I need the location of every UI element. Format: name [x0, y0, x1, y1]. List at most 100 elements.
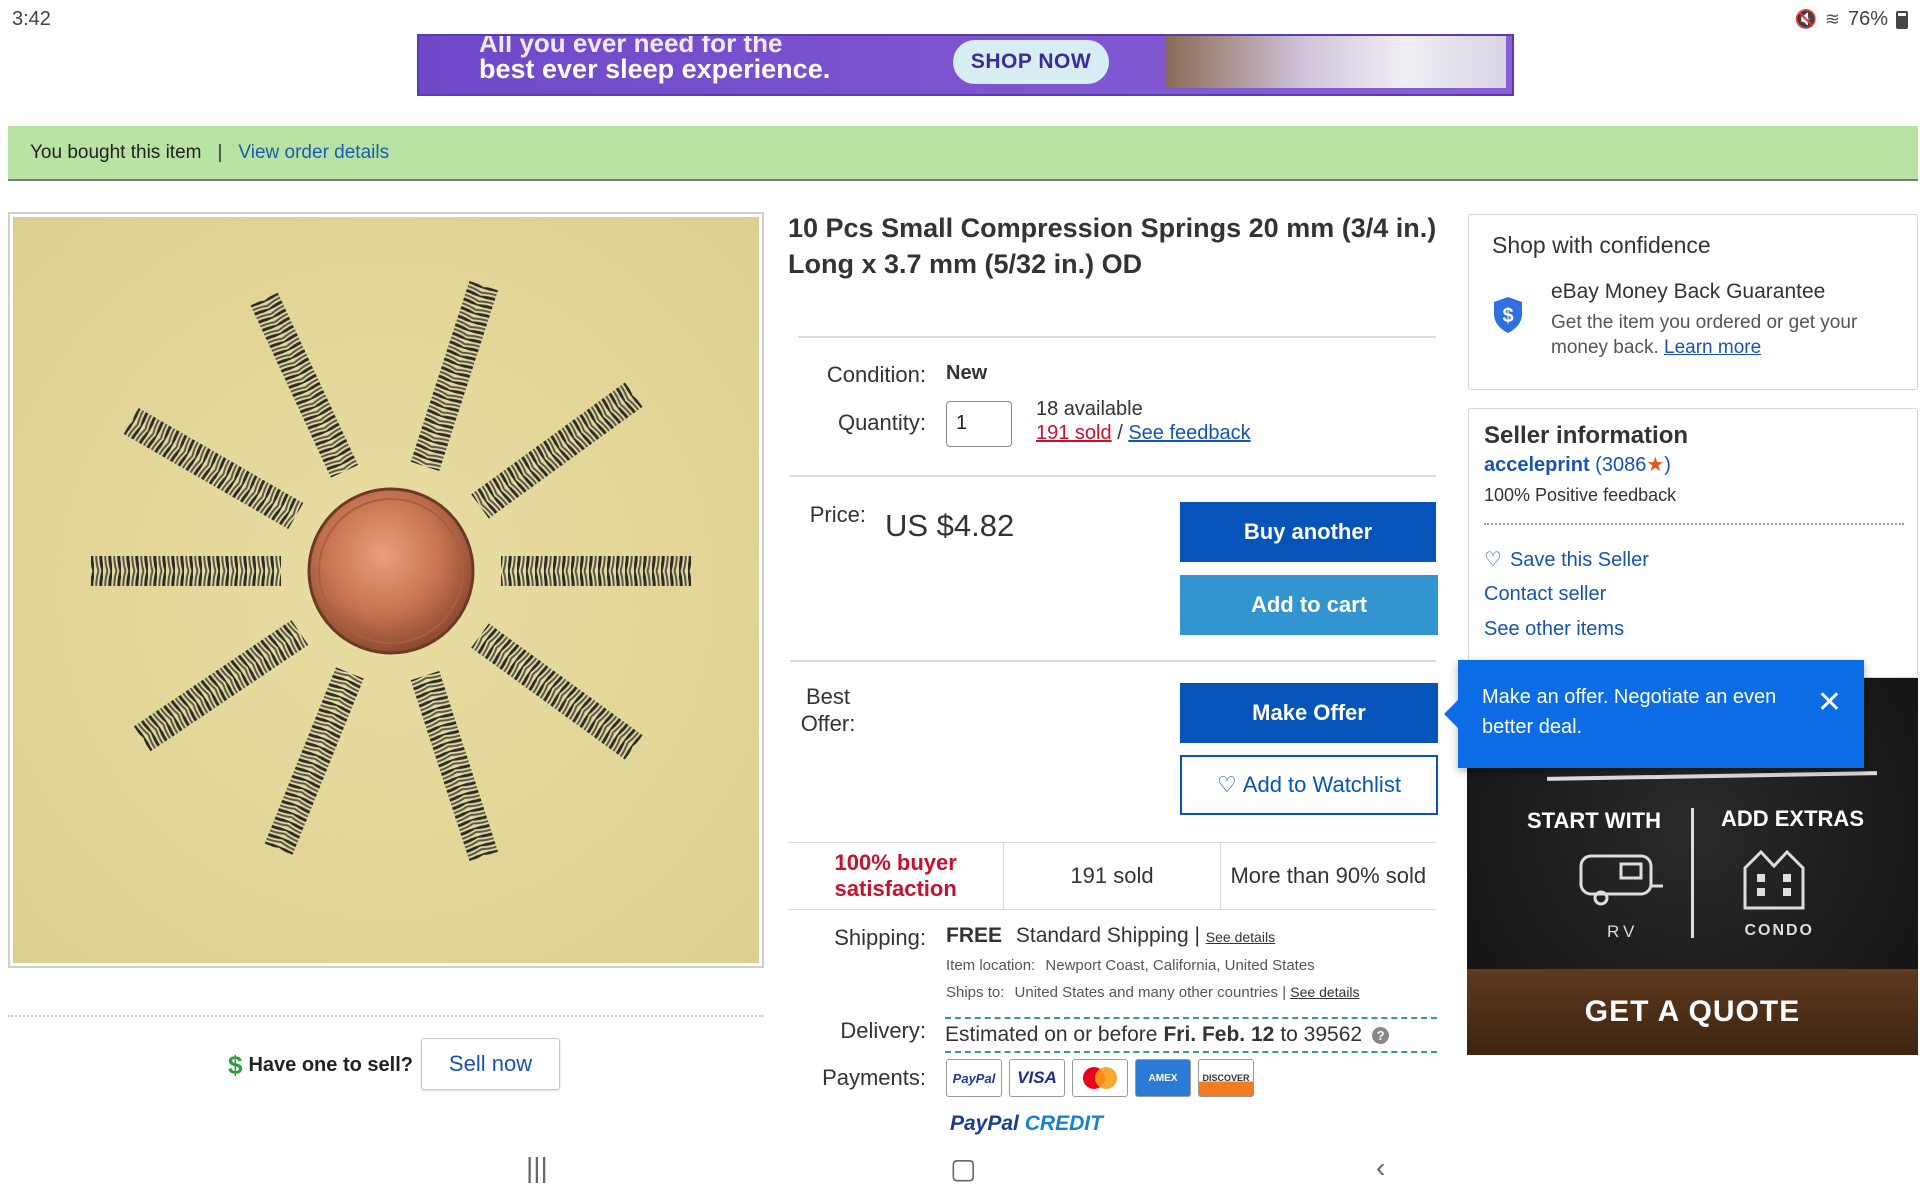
amex-logo: AMEX — [1135, 1059, 1191, 1097]
close-icon[interactable]: ✕ — [1817, 688, 1842, 718]
view-order-link[interactable]: View order details — [238, 142, 389, 164]
dollar-icon: $ — [228, 1050, 243, 1080]
shipping-method: Standard Shipping | — [1015, 924, 1200, 947]
ships-to: United States and many other countries | — [1014, 984, 1287, 1001]
make-offer-button[interactable]: Make Offer — [1180, 683, 1438, 743]
home-icon[interactable]: ▢ — [950, 1152, 976, 1185]
paypal-credit-text-2: CREDIT — [1024, 1112, 1103, 1135]
image-divider — [8, 1015, 764, 1017]
positive-feedback: 100% Positive feedback — [1484, 485, 1677, 505]
battery-icon — [1896, 10, 1908, 29]
get-quote-button[interactable]: GET A QUOTE — [1467, 969, 1918, 1055]
paypal-credit-text-1: PayPal — [950, 1112, 1019, 1135]
best-offer-label-line1: Best — [805, 684, 851, 709]
shipping-see-details-link[interactable]: See details — [1206, 929, 1275, 945]
listing-title: 10 Pcs Small Compression Springs 20 mm (… — [788, 213, 1437, 279]
sold-feedback-row: 191 sold / See feedback — [1036, 422, 1251, 445]
paypal-credit-logo: PayPal CREDIT — [950, 1112, 1103, 1136]
delivery-label: Delivery: — [840, 1018, 926, 1043]
mastercard-logo — [1072, 1059, 1128, 1097]
seller-name-link[interactable]: acceleprint — [1484, 454, 1590, 476]
money-back-desc: Get the item you ordered or get your mon… — [1551, 310, 1881, 360]
item-location: Newport Coast, California, United States — [1045, 957, 1315, 974]
delivery-estimate: Estimated on or before Fri. Feb. 12 to 3… — [945, 1017, 1437, 1053]
quantity-input[interactable]: 1 — [946, 401, 1012, 447]
ad-start-with: START WITH — [1527, 808, 1662, 833]
heart-icon: ♡ — [1484, 549, 1502, 571]
ships-to-see-details-link[interactable]: See details — [1290, 984, 1359, 1000]
rv-icon — [1579, 854, 1663, 906]
listing-stats: 100% buyer satisfaction 191 sold More th… — [788, 842, 1436, 910]
seller-title: Seller information — [1484, 422, 1689, 449]
sell-now-button[interactable]: Sell now — [421, 1038, 560, 1090]
learn-more-link[interactable]: Learn more — [1664, 337, 1761, 358]
product-photo — [13, 217, 759, 963]
save-seller-link[interactable]: ♡ Save this Seller — [1484, 547, 1649, 572]
slash: / — [1117, 422, 1123, 444]
divider — [790, 475, 1436, 477]
bought-label: You bought this item — [30, 141, 202, 163]
order-banner: You bought this item | View order detail… — [8, 126, 1918, 181]
sell-prompt: $ Have one to sell? — [228, 1050, 413, 1081]
ad-headline-2: best ever sleep experience. — [479, 54, 831, 84]
stat-buyer-satisfaction: 100% buyer satisfaction — [788, 843, 1005, 909]
ships-to-label: Ships to: — [946, 984, 1005, 1001]
make-offer-tooltip: Make an offer. Negotiate an even better … — [1444, 660, 1864, 768]
condition-value: New — [946, 362, 988, 384]
svg-text:$: $ — [1502, 305, 1513, 327]
springs-illustration — [91, 281, 691, 861]
ships-to-row: Ships to: United States and many other c… — [946, 984, 1360, 1001]
best-offer-label: Best Offer: — [790, 683, 866, 737]
item-location-row: Item location: Newport Coast, California… — [946, 957, 1315, 974]
shipping-label: Shipping: — [834, 925, 926, 950]
quantity-label: Quantity: — [837, 410, 926, 435]
status-icons: 🔇 ≋ 76% — [1794, 8, 1908, 31]
add-to-cart-button[interactable]: Add to cart — [1180, 575, 1438, 635]
buy-another-button[interactable]: Buy another — [1180, 502, 1436, 562]
best-offer-label-line2: Offer: — [800, 711, 856, 736]
recent-apps-icon[interactable]: ||| — [526, 1152, 548, 1184]
divider — [798, 336, 1436, 338]
delivery-suffix: to 39562 — [1280, 1023, 1363, 1046]
heart-icon: ♡ — [1217, 772, 1237, 797]
contact-seller-link[interactable]: Contact seller — [1484, 583, 1606, 606]
help-icon[interactable]: ? — [1372, 1026, 1390, 1044]
ad-rv-label: RV — [1607, 922, 1639, 941]
sold-link[interactable]: 191 sold — [1036, 422, 1112, 444]
visa-logo: VISA — [1009, 1059, 1065, 1097]
add-to-watchlist-button[interactable]: ♡ Add to Watchlist — [1180, 755, 1438, 815]
ad-line — [1546, 771, 1878, 781]
delivery-date: Fri. Feb. 12 — [1163, 1023, 1275, 1046]
divider — [790, 660, 1436, 662]
confidence-title: Shop with confidence — [1492, 232, 1711, 258]
ad-divider — [1691, 808, 1694, 938]
available-count: 18 available — [1036, 398, 1143, 420]
back-icon[interactable]: ‹ — [1376, 1152, 1385, 1184]
seller-divider — [1484, 523, 1904, 525]
price-label: Price: — [809, 502, 866, 527]
product-image[interactable] — [8, 212, 764, 968]
money-back-title: eBay Money Back Guarantee — [1551, 280, 1826, 303]
ad-image — [1166, 36, 1506, 88]
see-other-items-link[interactable]: See other items — [1484, 618, 1624, 641]
ad-add-extras: ADD EXTRAS — [1720, 806, 1864, 831]
payment-methods: PayPal VISA AMEX DISCOVER — [946, 1059, 1254, 1097]
delivery-prefix: Estimated on or before — [945, 1023, 1158, 1046]
seller-score[interactable]: 3086 — [1602, 454, 1647, 476]
stat-percent-sold: More than 90% sold — [1230, 863, 1427, 888]
seller-name-row: acceleprint (3086★) — [1484, 454, 1671, 476]
shipping-free: FREE — [946, 924, 1003, 947]
tooltip-text: Make an offer. Negotiate an even better … — [1482, 686, 1777, 738]
discover-logo: DISCOVER — [1198, 1059, 1254, 1097]
item-location-label: Item location: — [946, 957, 1036, 974]
top-advertisement[interactable]: All you ever need for the best ever slee… — [417, 34, 1514, 96]
banner-separator: | — [217, 141, 223, 163]
shop-now-button[interactable]: SHOP NOW — [953, 40, 1109, 84]
mute-icon: 🔇 — [1794, 9, 1817, 29]
shipping-info: FREE Standard Shipping | See details — [946, 924, 1275, 948]
battery-percent: 76% — [1847, 8, 1888, 30]
ad-condo-label: CONDO — [1744, 922, 1814, 939]
see-feedback-link[interactable]: See feedback — [1128, 422, 1250, 444]
sell-question: Have one to sell? — [248, 1054, 413, 1076]
mastercard-icon — [1083, 1067, 1117, 1089]
